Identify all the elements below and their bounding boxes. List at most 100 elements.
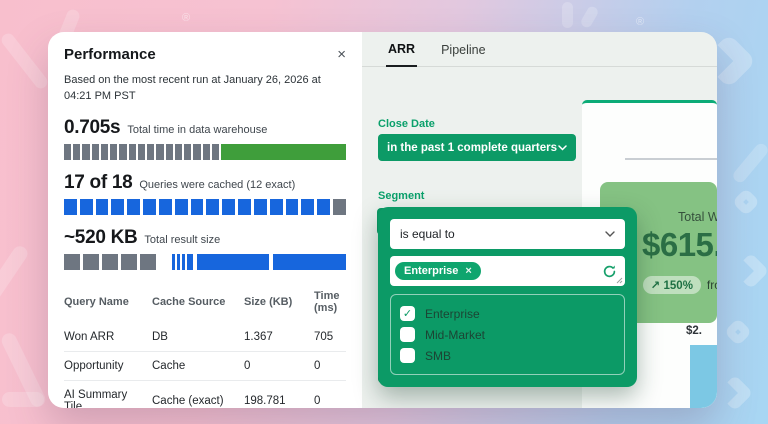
snowflake-arm: [562, 2, 573, 28]
bar-segment: [197, 254, 269, 270]
bar-segment: [301, 199, 314, 215]
green-fill: [221, 144, 346, 160]
bar-segment: [175, 144, 182, 160]
metric-value: 0.705s: [64, 117, 120, 139]
bar-segment: [64, 254, 80, 270]
bar-segment: [101, 144, 108, 160]
close-date-select[interactable]: in the past 1 complete quarters: [378, 134, 576, 161]
card-divider: [625, 158, 717, 160]
snowflake-arm: [579, 5, 600, 30]
option-label: SMB: [425, 349, 451, 363]
bar-segment: [83, 254, 99, 270]
operator-select[interactable]: is equal to: [390, 219, 625, 249]
metrics-section: 0.705sTotal time in data warehouse17 of …: [64, 117, 346, 270]
resize-handle[interactable]: [615, 276, 623, 284]
bar-segment: [159, 199, 172, 215]
chevron-down-icon: [605, 231, 615, 237]
close-icon[interactable]: ×: [337, 47, 346, 62]
bar-segment: [111, 199, 124, 215]
bar-segment: [177, 254, 180, 270]
checkbox[interactable]: [400, 348, 415, 363]
bar-segment: [119, 144, 126, 160]
bar-segment: [102, 254, 118, 270]
bar-segment: [317, 199, 330, 215]
bar-segment: [206, 199, 219, 215]
bar-segment: [193, 144, 200, 160]
registered-mark: ®: [182, 12, 190, 24]
kpi-trend-row: R ↗ 150% fro: [628, 276, 717, 294]
metric-bar-size: [64, 254, 346, 270]
query-table: Query NameCache SourceSize (KB)Time (ms)…: [64, 282, 346, 408]
cell-time: 0: [314, 360, 346, 372]
option-mid-market[interactable]: Mid-Market: [400, 324, 615, 345]
bar-segment: [203, 144, 210, 160]
metric-label: Total result size: [144, 234, 220, 246]
metric-label: Total time in data warehouse: [127, 124, 267, 136]
segment-label: Segment: [378, 190, 424, 202]
bar-segment: [175, 199, 188, 215]
bar-segment: [187, 254, 193, 270]
bar-segment: [110, 144, 117, 160]
bar-segment: [80, 199, 93, 215]
table-header-cell: Cache Source: [152, 296, 240, 308]
kpi-title: Total Wo: [678, 210, 717, 224]
metric-value: ~520 KB: [64, 227, 137, 249]
table-row: AI Summary TileCache (exact)198.7810: [64, 381, 346, 408]
diamond-pattern: [724, 318, 752, 346]
table-header-row: Query NameCache SourceSize (KB)Time (ms): [64, 282, 346, 323]
checkbox[interactable]: [400, 327, 415, 342]
metric-line: 0.705s Total time in data warehouse: [64, 117, 346, 139]
enterprise-tag[interactable]: Enterprise ×: [395, 262, 481, 280]
dashboard-panel: ARR Pipeline Close Date in the past 1 com…: [362, 32, 717, 408]
chevron-pattern: [733, 253, 768, 290]
diamond-pattern: [732, 188, 760, 216]
bar-segment: [222, 199, 235, 215]
app-window: Performance × Based on the most recent r…: [48, 32, 717, 408]
close-date-value: in the past 1 complete quarters: [387, 142, 557, 154]
checkbox-checked[interactable]: ✓: [400, 306, 415, 321]
metric-line: ~520 KB Total result size: [64, 227, 346, 249]
bar-segment: [82, 144, 89, 160]
background: ® ® Performance × Based on the most rece…: [0, 0, 768, 424]
bar-segment: [121, 254, 137, 270]
bar-segment: [147, 144, 154, 160]
panel-title: Performance: [64, 46, 156, 63]
bar-segment: [254, 199, 267, 215]
bar-segment: [191, 199, 204, 215]
cell-query-name: AI Summary Tile: [64, 389, 148, 408]
table-header-cell: Query Name: [64, 296, 148, 308]
kpi-value: $615.: [642, 226, 717, 264]
close-date-label: Close Date: [378, 118, 435, 130]
bar-segment: [92, 144, 99, 160]
snowflake-arm: [2, 392, 44, 407]
filter-value-input[interactable]: Enterprise ×: [390, 256, 625, 286]
tab-pipeline[interactable]: Pipeline: [439, 43, 487, 66]
cell-query-name: Opportunity: [64, 360, 148, 372]
trend-badge: ↗ 150%: [643, 276, 701, 294]
metric-bar-time: [64, 144, 346, 160]
tag-label: Enterprise: [404, 265, 458, 277]
option-smb[interactable]: SMB: [400, 345, 615, 366]
registered-mark: ®: [636, 16, 644, 28]
cell-cache-source: Cache (exact): [152, 395, 240, 407]
table-row: Won ARRDB1.367705: [64, 323, 346, 352]
bar-segment: [129, 144, 136, 160]
last-run-text: Based on the most recent run at January …: [64, 73, 346, 105]
cell-cache-source: DB: [152, 331, 240, 343]
remove-tag-icon[interactable]: ×: [465, 265, 471, 277]
option-enterprise[interactable]: ✓Enterprise: [400, 303, 615, 324]
bar-segment: [64, 144, 71, 160]
cell-size: 1.367: [244, 331, 310, 343]
bar-segment: [270, 199, 283, 215]
cell-time: 0: [314, 395, 346, 407]
chart-bar: [690, 345, 717, 408]
table-row: OpportunityCache00: [64, 352, 346, 381]
tab-arr[interactable]: ARR: [386, 42, 417, 67]
bar-segment: [138, 144, 145, 160]
bar-segment: [286, 199, 299, 215]
bar-segment: [96, 199, 109, 215]
bar-segment: [238, 199, 251, 215]
performance-panel: Performance × Based on the most recent r…: [48, 32, 362, 408]
chevron-down-icon: [558, 145, 567, 151]
segment-options-list: ✓EnterpriseMid-Market SMB: [390, 294, 625, 375]
